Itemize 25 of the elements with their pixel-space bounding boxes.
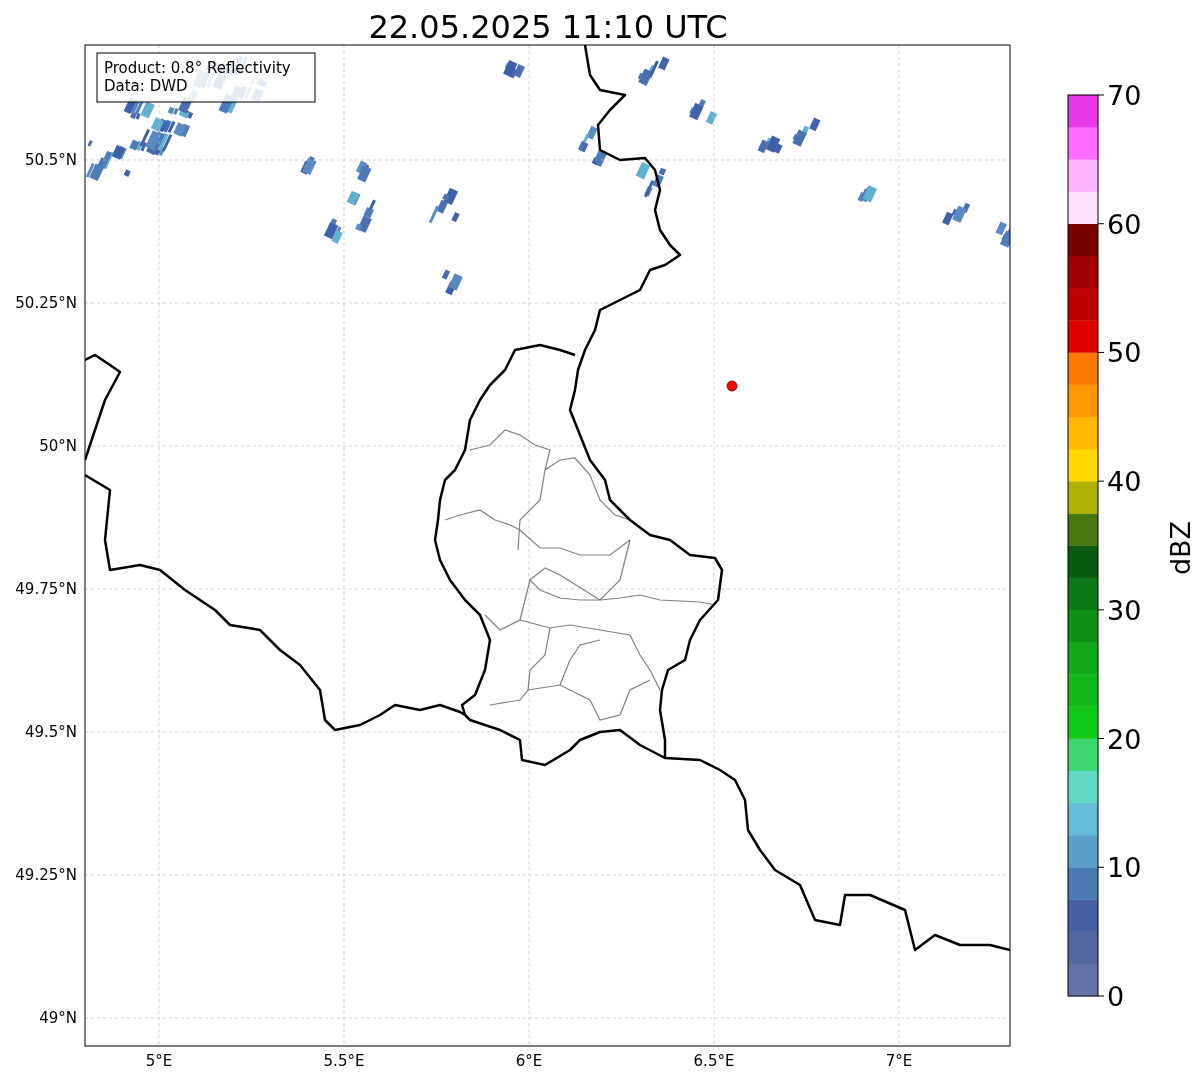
colorbar-tick-label: 20 xyxy=(1107,723,1142,755)
latitude-label: 49°N xyxy=(39,1009,77,1027)
latitude-label: 49.5°N xyxy=(24,723,77,741)
radar-site-marker xyxy=(726,380,738,392)
colorbar-tick-label: 70 xyxy=(1107,80,1142,111)
longitude-label: 6.5°E xyxy=(693,1052,735,1070)
colorbar-tick-label: 50 xyxy=(1107,337,1142,369)
latitude-label: 50.25°N xyxy=(15,294,77,312)
latitude-label: 50°N xyxy=(39,437,77,455)
annotation-text: Data: DWD xyxy=(104,77,188,95)
colorbar-tick-label: 0 xyxy=(1107,981,1125,1012)
latitude-label: 49.75°N xyxy=(15,580,77,598)
chart-title: 22.05.2025 11:10 UTC xyxy=(368,8,728,46)
longitude-label: 5°E xyxy=(145,1052,173,1070)
colorbar-tick-label: 30 xyxy=(1107,594,1142,626)
annotation-text: Product: 0.8° Reflectivity xyxy=(104,59,291,77)
longitude-label: 5.5°E xyxy=(323,1052,365,1070)
colorbar-tick-label: 10 xyxy=(1107,852,1142,884)
colorbar-tick-label: 60 xyxy=(1107,208,1142,240)
colorbar-tick-label: 40 xyxy=(1107,466,1142,498)
colorbar-label: dBZ xyxy=(1165,520,1196,576)
latitude-label: 50.5°N xyxy=(24,151,77,169)
longitude-label: 7°E xyxy=(885,1052,913,1070)
latitude-label: 49.25°N xyxy=(15,866,77,884)
longitude-label: 6°E xyxy=(515,1052,543,1070)
